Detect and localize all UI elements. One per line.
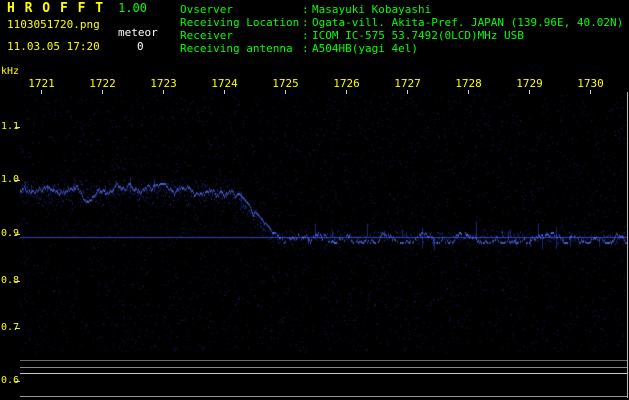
x-tick-label: 1727 [394, 77, 421, 90]
plot-right-border [627, 92, 628, 398]
x-axis-tick [285, 90, 286, 94]
info-label: Receiving Location [180, 16, 300, 29]
y-tick-label: 0.6 [0, 375, 19, 386]
info-value: Masayuki Kobayashi [312, 3, 432, 16]
signal-panel-baseline [20, 396, 627, 397]
y-axis-unit: kHz [1, 66, 20, 77]
timestamp: 11.03.05 17:20 [7, 40, 100, 53]
info-value: A504HB(yagi 4el) [312, 42, 418, 55]
spectrogram-canvas [0, 62, 629, 358]
y-tick-label: 1.1 [0, 121, 19, 132]
info-label: Receiving antenna [180, 42, 293, 55]
info-label: Ovserver [180, 3, 233, 16]
signal-panel-gridline [20, 373, 627, 374]
output-filename: 1103051720.png [7, 18, 100, 31]
x-axis-tick [163, 90, 164, 94]
x-axis-tick [346, 90, 347, 94]
colon-separator: : [302, 16, 309, 29]
x-axis-tick [590, 90, 591, 94]
x-axis-tick [529, 90, 530, 94]
info-row-location: Receiving Location: Ogata-vill. Akita-Pre… [180, 16, 623, 29]
x-tick-label: 1729 [516, 77, 543, 90]
app-version: 1.00 [118, 1, 147, 15]
x-axis-tick [407, 90, 408, 94]
y-tick-label: 1.0 [0, 174, 19, 185]
info-row-receiver: Receiver: ICOM IC-575 53.7492(0LCD)MHz US… [180, 29, 623, 42]
x-tick-label: 1725 [272, 77, 299, 90]
info-value: Ogata-vill. Akita-Pref. JAPAN (139.96E, … [312, 16, 624, 29]
x-tick-label: 1724 [211, 77, 238, 90]
x-tick-label: 1728 [455, 77, 482, 90]
y-tick-label: 0.8 [0, 275, 19, 286]
meteor-count: 0 [137, 40, 144, 53]
signal-panel-gridline [20, 360, 627, 361]
info-row-antenna: Receiving antenna: A504HB(yagi 4el) [180, 42, 623, 55]
y-tick-label: 0.9 [0, 228, 19, 239]
station-info: Ovserver: Masayuki Kobayashi Receiving Lo… [180, 3, 623, 55]
y-tick-label: 0.7 [0, 322, 19, 333]
x-tick-label: 1726 [333, 77, 360, 90]
colon-separator: : [302, 3, 309, 16]
x-tick-label: 1722 [89, 77, 116, 90]
x-axis-tick [224, 90, 225, 94]
info-label: Receiver [180, 29, 233, 42]
app-title: H R O F F T [7, 1, 105, 16]
x-tick-label: 1723 [150, 77, 177, 90]
colon-separator: : [302, 42, 309, 55]
x-tick-label: 1721 [28, 77, 55, 90]
signal-level-panel [0, 358, 629, 400]
x-axis-tick [102, 90, 103, 94]
x-tick-label: 1730 [577, 77, 604, 90]
signal-panel-gridline [20, 367, 627, 368]
info-value: ICOM IC-575 53.7492(0LCD)MHz USB [312, 29, 524, 42]
x-axis-tick [468, 90, 469, 94]
hrofft-output: H R O F F T 1.00 1103051720.png meteor 11… [0, 0, 629, 400]
colon-separator: : [302, 29, 309, 42]
x-axis-tick [41, 90, 42, 94]
title-row: H R O F F T 1.00 [7, 2, 147, 15]
mode-label: meteor [118, 26, 158, 39]
info-row-observer: Ovserver: Masayuki Kobayashi [180, 3, 623, 16]
